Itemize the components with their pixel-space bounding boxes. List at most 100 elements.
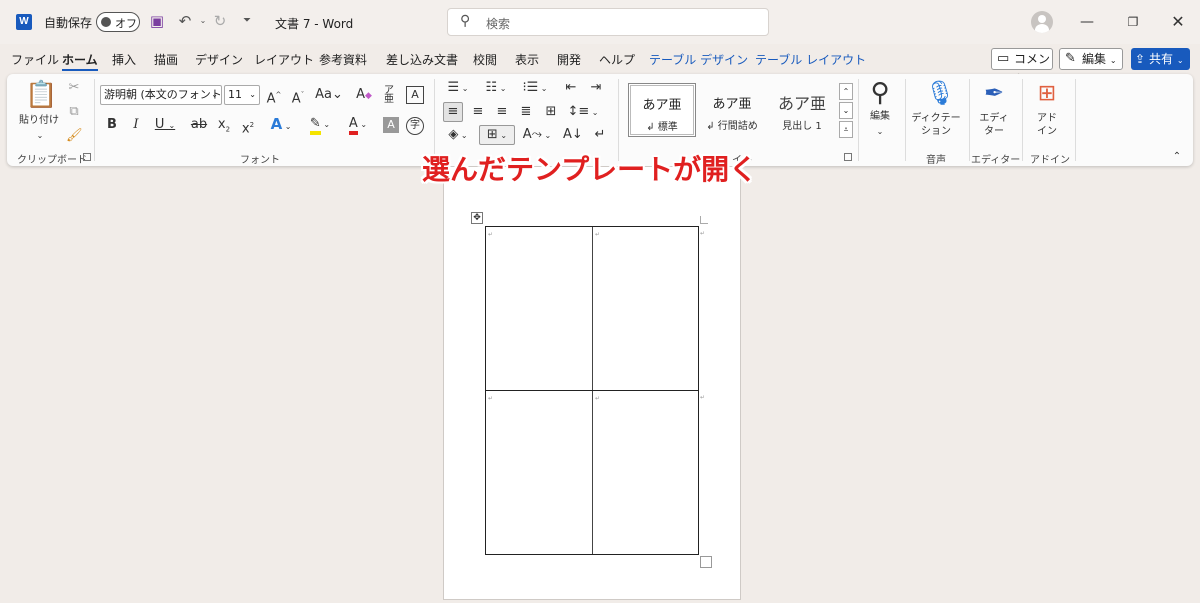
tab-draw[interactable]: 描画 (154, 51, 178, 68)
row-end-mark-icon: ↵ (700, 394, 706, 401)
paste-icon[interactable]: 📋 (25, 80, 57, 110)
dictate-label[interactable]: ディクテー ション (911, 112, 961, 138)
comment-button[interactable]: ▭ コメント (991, 48, 1053, 86)
decrease-indent-icon[interactable]: ⇤ (562, 80, 580, 96)
search-box[interactable]: ⚲ 検索 (447, 8, 769, 36)
align-left-icon[interactable]: ≡ (443, 102, 463, 122)
multilevel-list-icon[interactable]: ⁝☰ ⌄ (520, 80, 550, 97)
subscript-icon[interactable]: x2 (216, 117, 232, 138)
shrink-font-icon[interactable]: Aˇ (289, 87, 307, 107)
style-heading-1[interactable]: あア亜 見出し 1 (768, 83, 836, 137)
addins-label[interactable]: アド イン (1029, 112, 1065, 138)
character-border-icon[interactable]: A (406, 86, 424, 104)
cut-icon[interactable]: ✂ (66, 80, 82, 96)
gallery-scroll-down-icon[interactable]: ⌄ (839, 102, 853, 119)
editor-group-label: エディター (971, 155, 1021, 166)
font-color-icon[interactable]: A ⌄ (343, 116, 373, 135)
save-icon[interactable]: ▣ (147, 11, 167, 31)
align-center-icon[interactable]: ≡ (469, 104, 487, 120)
shading-icon[interactable]: ◈ ⌄ (443, 127, 473, 144)
close-icon[interactable]: ✕ (1168, 12, 1188, 32)
sort-icon[interactable]: A↓ (563, 127, 583, 143)
underline-icon[interactable]: U ⌄ (153, 117, 177, 134)
separator (94, 79, 95, 161)
minimize-icon[interactable]: — (1077, 12, 1097, 32)
tab-table-design[interactable]: テーブル デザイン (649, 51, 748, 68)
line-spacing-icon[interactable]: ↕≡ ⌄ (566, 104, 600, 121)
style-no-spacing[interactable]: あア亜 ↲ 行間詰め (698, 83, 766, 137)
clear-formatting-icon[interactable]: A◆ (355, 87, 373, 104)
style-name: ↲ 行間詰め (706, 121, 758, 132)
numbering-icon[interactable]: ☷ ⌄ (482, 80, 510, 97)
strikethrough-icon[interactable]: ab (190, 117, 208, 133)
show-formatting-icon[interactable]: ↵ (591, 127, 609, 143)
tab-references[interactable]: 参考資料 (319, 51, 367, 68)
tab-help[interactable]: ヘルプ (599, 51, 635, 68)
paste-label[interactable]: 貼り付け (17, 114, 61, 127)
editing-label[interactable]: 編集 (865, 110, 895, 123)
separator (905, 79, 906, 161)
undo-icon[interactable]: ↶ (175, 11, 195, 31)
italic-icon[interactable]: I (129, 117, 143, 133)
tab-developer[interactable]: 開発 (557, 51, 581, 68)
tab-insert[interactable]: 挿入 (112, 51, 136, 68)
tab-view[interactable]: 表示 (515, 51, 539, 68)
character-shading-icon[interactable]: A (383, 117, 399, 133)
tab-design[interactable]: デザイン (195, 51, 243, 68)
tab-file[interactable]: ファイル (11, 51, 59, 68)
table-resize-handle[interactable] (700, 556, 712, 568)
gallery-more-icon[interactable]: ⩡ (839, 121, 853, 138)
editor-icon[interactable]: ✒ (980, 78, 1008, 108)
chevron-down-icon: ⌄ (1109, 56, 1117, 65)
tab-home[interactable]: ホーム (62, 51, 98, 71)
chevron-down-icon[interactable]: ⌄ (873, 124, 887, 140)
customize-toolbar-icon[interactable]: ⏷ (237, 11, 257, 31)
grow-font-icon[interactable]: A^ (265, 87, 283, 107)
font-name-select[interactable]: 游明朝 (本文のフォント ⌄ (100, 85, 222, 105)
gallery-scroll-up-icon[interactable]: ⌃ (839, 83, 853, 100)
account-avatar[interactable] (1031, 11, 1053, 33)
copy-icon[interactable]: ⧉ (66, 104, 82, 120)
editor-label[interactable]: エディ ター (975, 112, 1013, 138)
share-icon: ⇪ (1135, 52, 1146, 66)
template-table[interactable]: ↵ ↵ ↵ ↵ (485, 226, 699, 555)
east-asian-layout-icon[interactable]: A⤳ ⌄ (522, 127, 552, 144)
change-case-icon[interactable]: Aa⌄ (315, 87, 343, 103)
font-group-label: フォント (240, 155, 280, 166)
autosave-toggle[interactable]: オフ (96, 12, 140, 32)
styles-launcher-icon[interactable] (844, 153, 852, 161)
increase-indent-icon[interactable]: ⇥ (587, 80, 605, 96)
cell-end-mark-icon: ↵ (488, 395, 494, 402)
bullets-icon[interactable]: ☰ ⌄ (444, 80, 472, 97)
share-button[interactable]: ⇪ 共有 ⌄ (1131, 48, 1190, 70)
align-right-icon[interactable]: ≡ (493, 104, 511, 120)
dictate-icon[interactable]: 🎙 (925, 78, 955, 108)
find-icon[interactable]: ⚲ (865, 78, 895, 108)
enclosed-characters-icon[interactable]: 字 (406, 117, 424, 135)
collapse-ribbon-icon[interactable]: ⌃ (1170, 149, 1184, 165)
table-move-handle-icon[interactable]: ✥ (471, 212, 483, 224)
justify-icon[interactable]: ≣ (517, 104, 535, 120)
bold-icon[interactable]: B (105, 117, 119, 133)
paste-chevron-icon[interactable]: ⌄ (33, 128, 47, 144)
edit-mode-button[interactable]: ✎ 編集 ⌄ (1059, 48, 1123, 70)
style-normal[interactable]: あア亜 ↲ 標準 (628, 83, 696, 137)
clipboard-launcher-icon[interactable] (83, 153, 91, 161)
tab-table-layout[interactable]: テーブル レイアウト (755, 51, 866, 68)
borders-icon[interactable]: ⊞ ⌄ (479, 125, 515, 145)
distributed-icon[interactable]: ⊞ (542, 104, 560, 120)
addins-icon[interactable]: ⊞ (1034, 81, 1060, 107)
restore-icon[interactable]: ❐ (1123, 12, 1143, 32)
style-name: 見出し 1 (782, 121, 822, 132)
phonetic-guide-icon[interactable]: ア亜 (381, 86, 397, 105)
superscript-icon[interactable]: x2 (240, 117, 256, 137)
format-painter-icon[interactable]: 🖌 (66, 128, 83, 144)
redo-icon[interactable]: ↻ (210, 11, 230, 31)
highlight-color-icon[interactable]: ✎ ⌄ (305, 116, 335, 135)
chevron-down-icon: ⌄ (1176, 56, 1184, 65)
text-effects-icon[interactable]: A ⌄ (266, 116, 296, 135)
tab-review[interactable]: 校閲 (473, 51, 497, 68)
font-size-select[interactable]: 11 ⌄ (224, 85, 260, 105)
tab-layout[interactable]: レイアウト (254, 51, 314, 68)
tab-mailings[interactable]: 差し込み文書 (386, 51, 458, 68)
